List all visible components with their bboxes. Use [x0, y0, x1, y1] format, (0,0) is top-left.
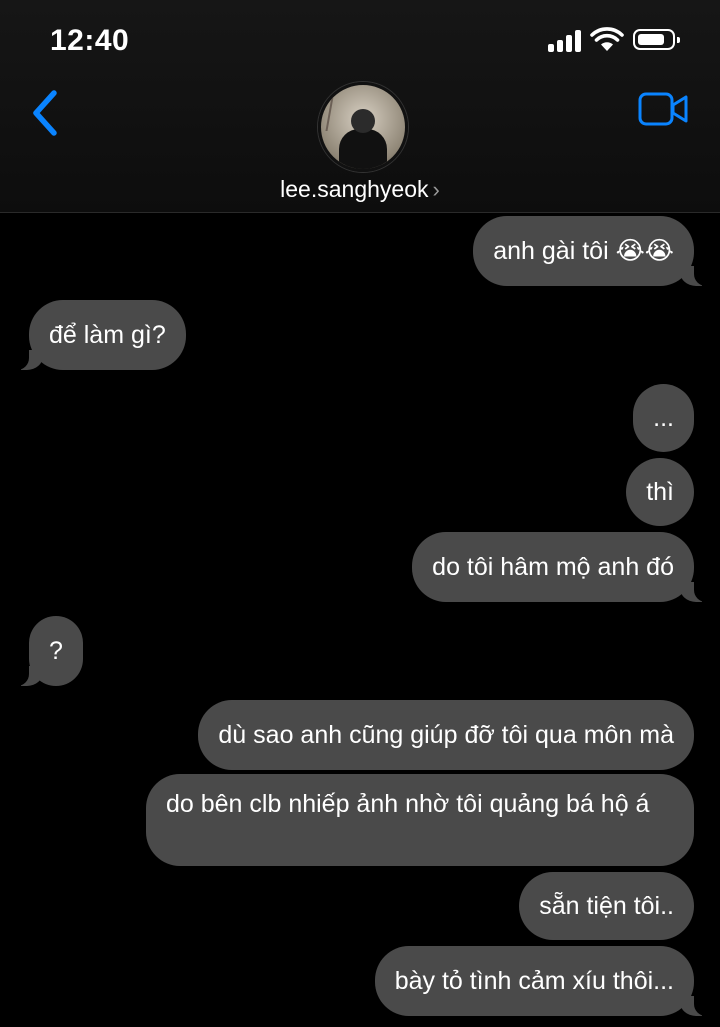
- chevron-right-icon: ›: [432, 177, 440, 202]
- message-bubble-sent[interactable]: sẵn tiện tôi..: [519, 872, 694, 940]
- cellular-signal-icon: [548, 30, 584, 52]
- message-bubble-sent[interactable]: bày tỏ tình cảm xíu thôi...: [374, 946, 717, 1016]
- chat-header: 12:40 lee.sanghyeok ›: [0, 0, 720, 213]
- status-time: 12:40: [50, 24, 130, 57]
- message-bubble-sent[interactable]: do bên clb nhiếp ảnh nhờ tôi quảng bá hộ…: [146, 774, 694, 866]
- contact-name-label: lee.sanghyeok: [280, 176, 429, 202]
- message-bubble-sent[interactable]: ...: [633, 384, 694, 452]
- battery-icon: [633, 29, 680, 50]
- back-chevron-icon[interactable]: [30, 90, 60, 136]
- message-bubble-sent[interactable]: anh gài tôi 😭😭: [473, 216, 716, 286]
- wifi-icon: [590, 27, 624, 51]
- video-camera-icon[interactable]: [638, 92, 690, 126]
- message-bubble-sent[interactable]: thì: [626, 458, 694, 526]
- message-bubble-received[interactable]: để làm gì?: [7, 300, 186, 370]
- message-bubble-received[interactable]: ?: [7, 616, 83, 686]
- message-bubble-sent[interactable]: do tôi hâm mộ anh đó: [412, 532, 716, 602]
- message-bubble-sent[interactable]: dù sao anh cũng giúp đỡ tôi qua môn mà: [198, 700, 694, 770]
- contact-name[interactable]: lee.sanghyeok ›: [0, 176, 720, 203]
- avatar[interactable]: [318, 82, 408, 172]
